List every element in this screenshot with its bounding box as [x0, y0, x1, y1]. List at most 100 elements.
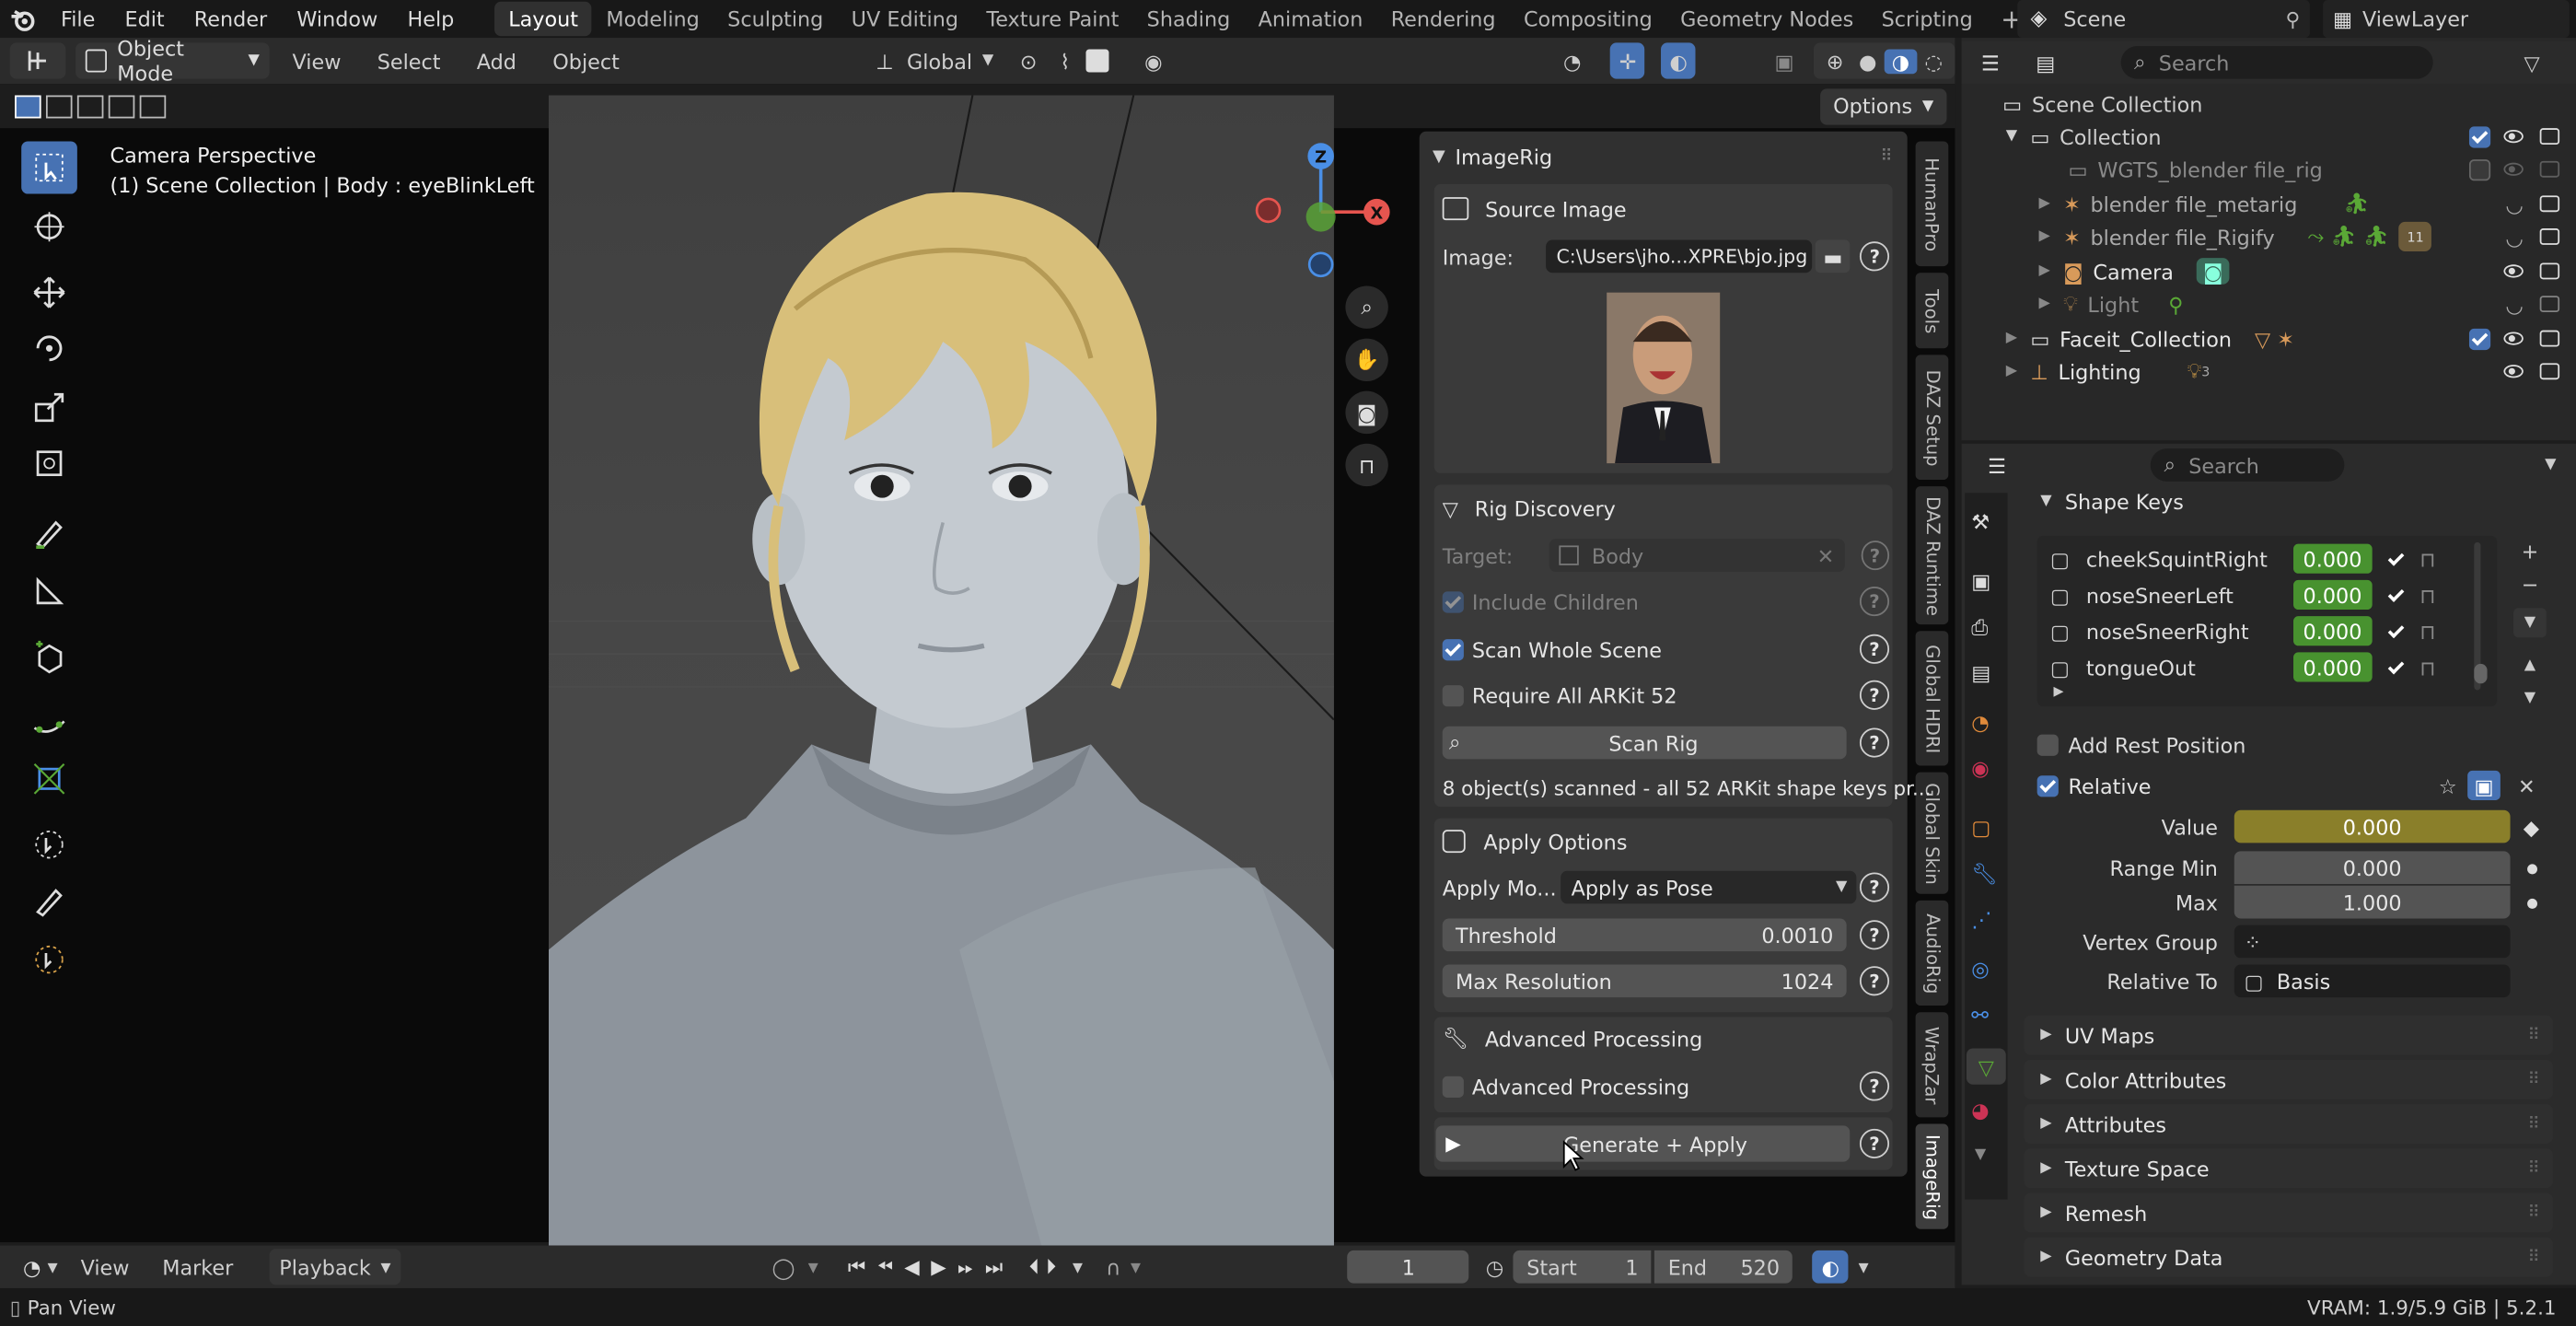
outliner-row-faceit[interactable]: ▶ ▭ Faceit_Collection ▽ ✶ [1967, 322, 2576, 355]
object-tab-icon[interactable]: ▢ [1971, 815, 1990, 840]
help-icon[interactable]: ? [1859, 1128, 1890, 1159]
overlay-toggle-icon[interactable]: ◐ [1661, 42, 1696, 79]
texture-space-panel[interactable]: ▶ Texture Space ⠿ [2024, 1148, 2553, 1189]
specials-menu-button[interactable]: ▼ [2513, 608, 2547, 638]
timeline-overlay-icon[interactable]: ◐ [1812, 1250, 1849, 1284]
drag-handle-icon[interactable]: ⠿ [2528, 1159, 2540, 1178]
help-icon[interactable]: ? [1859, 966, 1890, 996]
next-keyframe-icon[interactable]: ⏩︎ [957, 1254, 973, 1279]
help-icon[interactable]: ? [1859, 920, 1890, 950]
xray-icon[interactable]: ▣ [1774, 49, 1793, 74]
scene-tab-icon[interactable]: ◔ [1971, 710, 1989, 735]
shape-key-mute-checkbox[interactable] [2385, 584, 2407, 605]
remove-shape-key-button[interactable]: − [2513, 568, 2547, 598]
render-camera-icon[interactable] [2539, 330, 2560, 347]
outliner-row-camera[interactable]: ▶ ◙ Camera ◙ [1967, 255, 2576, 288]
zoom-icon[interactable]: ⌕ [1345, 285, 1388, 329]
require-arkit-checkbox[interactable] [1442, 684, 1464, 706]
properties-search-input[interactable]: ⌕ Search [2151, 448, 2345, 482]
scan-whole-scene-checkbox[interactable] [1442, 638, 1464, 660]
tab-audiorig[interactable]: AudioRig [1915, 900, 1949, 1006]
tab-shading[interactable]: Shading [1133, 2, 1243, 36]
move-down-button[interactable]: ▼ [2513, 683, 2547, 713]
menu-render[interactable]: Render [180, 0, 283, 38]
clock-icon[interactable]: ◷ [1486, 1254, 1503, 1279]
render-camera-icon[interactable] [2539, 128, 2560, 145]
solid-shading-icon[interactable]: ● [1851, 49, 1885, 74]
camera-view-icon[interactable]: ◙ [1345, 390, 1388, 435]
shape-key-value[interactable]: 0.000 [2292, 652, 2373, 682]
imagerig-panel-header[interactable]: ▼ ImageRig ⠿ [1433, 138, 1893, 174]
blender-logo-icon[interactable] [0, 0, 46, 38]
eye-closed-icon[interactable]: ◡ [2505, 192, 2523, 216]
chevron-down-icon[interactable]: ▼ [2545, 457, 2556, 473]
pen-tool[interactable] [21, 874, 77, 926]
shape-keys-header[interactable]: ▼ Shape Keys [2024, 484, 2553, 518]
menu-help[interactable]: Help [392, 0, 469, 38]
start-frame-field[interactable]: Start 1 [1513, 1250, 1652, 1284]
help-icon[interactable]: ? [1860, 541, 1890, 571]
lock-icon[interactable]: ⊓ [2419, 619, 2435, 644]
render-camera-icon[interactable] [2539, 228, 2560, 245]
snap-target-icon[interactable] [1086, 49, 1108, 73]
eye-icon[interactable] [2503, 332, 2524, 345]
jump-end-icon[interactable]: ⏭︎ [985, 1254, 1003, 1279]
outliner-editor-icon[interactable]: ☰ [1981, 50, 2000, 75]
snap-icon[interactable]: ∩ [1106, 1254, 1120, 1279]
playback-dropdown[interactable]: Playback ▼ [269, 1249, 401, 1285]
scale-tool[interactable] [21, 381, 77, 434]
eye-icon[interactable] [2503, 264, 2524, 278]
snap-icon[interactable]: ⌇ [1060, 49, 1070, 74]
relative-checkbox[interactable] [2036, 774, 2059, 797]
shape-key-row[interactable]: ▢ cheekSquintRight 0.000 ⊓ [2031, 541, 2475, 576]
select-box-tool[interactable] [21, 141, 77, 194]
uv-maps-panel[interactable]: ▶ UV Maps ⠿ [2024, 1015, 2553, 1055]
next-marker-icon[interactable]: ⏵︎ [1046, 1253, 1056, 1280]
display-mode-icon[interactable]: ▤ [2036, 50, 2055, 75]
chevron-down-icon[interactable]: ▼ [1859, 1260, 1869, 1274]
particles-tab-icon[interactable]: ⋰ [1971, 907, 1991, 932]
list-expand-icon[interactable]: ▶ [2054, 683, 2064, 698]
transform-orientation-dropdown[interactable]: ⊥ Global ▼ [876, 42, 993, 78]
keyframe-icon[interactable]: ◆ [2524, 814, 2539, 839]
eye-closed-icon[interactable]: ◡ [2505, 292, 2523, 317]
tab-sculpting[interactable]: Sculpting [714, 2, 837, 36]
tab-wrapzar[interactable]: WrapZar [1915, 1012, 1949, 1118]
physics-tab-icon[interactable]: ◎ [1971, 957, 1989, 982]
outliner-row-collection[interactable]: ▼ ▭ Collection [1967, 120, 2576, 153]
keyframe-dot-icon[interactable]: ● [2526, 895, 2537, 910]
tweak-tool[interactable] [21, 819, 77, 871]
play-icon[interactable]: ▶ [931, 1255, 946, 1278]
menu-window[interactable]: Window [282, 0, 392, 38]
list-scrollbar-thumb[interactable] [2474, 663, 2488, 684]
tab-humanpro[interactable]: HumanPro [1915, 141, 1949, 267]
color-attributes-panel[interactable]: ▶ Color Attributes ⠿ [2024, 1059, 2553, 1099]
geometry-data-panel[interactable]: ▶ Geometry Data ⠿ [2024, 1237, 2553, 1277]
folder-icon[interactable]: ▬ [1815, 239, 1851, 273]
drag-handle-icon[interactable]: ⠿ [2528, 1115, 2540, 1134]
tab-animation[interactable]: Animation [1245, 2, 1375, 36]
exclude-checkbox[interactable] [2468, 158, 2491, 180]
chevron-down-icon[interactable]: ▼ [48, 1260, 58, 1274]
help-icon[interactable]: ? [1859, 872, 1890, 902]
view-layer-tab-icon[interactable]: ▤ [1971, 660, 1990, 685]
select-extend-icon[interactable] [45, 94, 73, 118]
shape-key-mute-checkbox[interactable] [2385, 621, 2407, 642]
options-dropdown[interactable]: Options ▼ [1819, 87, 1947, 124]
tab-imagerig[interactable]: ImageRig [1915, 1123, 1949, 1229]
tab-geometry-nodes[interactable]: Geometry Nodes [1667, 2, 1867, 36]
tab-rendering[interactable]: Rendering [1377, 2, 1508, 36]
generate-apply-button[interactable]: ▶ Generate + Apply [1435, 1125, 1851, 1162]
lock-icon[interactable]: ⊓ [2419, 655, 2435, 680]
render-tab-icon[interactable]: ▣ [1971, 568, 1990, 593]
outliner-row-wgts[interactable]: ▭ WGTS_blender file_rig [1967, 153, 2576, 186]
drag-handle-icon[interactable]: ⠿ [2528, 1204, 2540, 1222]
help-icon[interactable]: ? [1859, 727, 1890, 758]
tab-tools[interactable]: Tools [1915, 273, 1949, 349]
properties-editor-icon[interactable]: ☰ [1988, 453, 2006, 478]
jump-start-icon[interactable]: ⏮︎ [848, 1254, 865, 1279]
tab-texture-paint[interactable]: Texture Paint [973, 2, 1132, 36]
shape-key-row[interactable]: ▢ noseSneerRight 0.000 ⊓ [2031, 613, 2475, 649]
outliner-row-scene-collection[interactable]: ▭ Scene Collection [1967, 87, 2576, 121]
outliner-search-input[interactable]: ⌕ Search [2120, 45, 2433, 79]
